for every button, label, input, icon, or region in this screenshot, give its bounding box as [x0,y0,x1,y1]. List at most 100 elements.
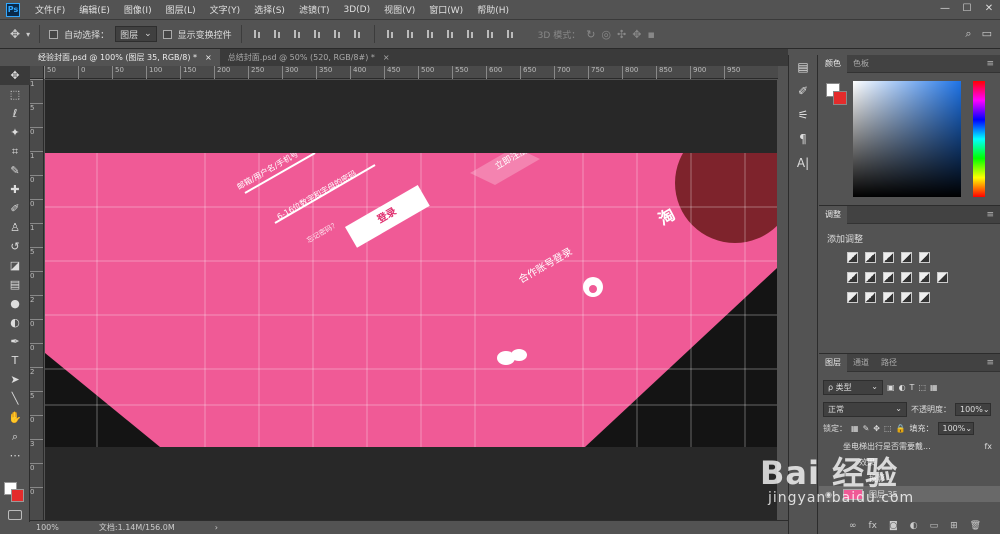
color-lookup-icon[interactable] [937,272,948,283]
new-layer-icon[interactable]: ⊞ [950,521,958,531]
gradient-map-icon[interactable] [901,292,912,303]
tab-swatches[interactable]: 色板 [847,55,875,73]
tool-preset-dropdown-icon[interactable]: ▾ [26,30,30,39]
workspace-icon[interactable]: ▭ [982,27,992,41]
threshold-icon[interactable] [883,292,894,303]
properties-icon[interactable]: ⚟ [789,103,817,127]
3d-pan-icon[interactable]: ✣ [617,28,626,41]
eyedropper-tool-icon[interactable]: ✎ [0,161,30,180]
vibrance-icon[interactable] [919,252,930,263]
filter-adjust-icon[interactable]: ◐ [899,383,906,392]
3d-slide-icon[interactable]: ✥ [632,28,641,41]
marquee-tool-icon[interactable]: ⬚ [0,85,30,104]
brush-settings-icon[interactable]: ✐ [789,79,817,103]
search-icon[interactable]: ⌕ [965,27,971,41]
levels-icon[interactable] [865,252,876,263]
filter-shape-icon[interactable]: ⬚ [918,383,926,392]
distribute-hcenter-icon[interactable] [464,28,478,40]
photo-filter-icon[interactable] [901,272,912,283]
lock-position-icon[interactable]: ✥ [873,424,880,433]
opacity-input[interactable]: 100% ⌄ [955,403,991,416]
menu-edit[interactable]: 编辑(E) [72,3,117,16]
align-right-icon[interactable] [351,28,365,40]
hand-tool-icon[interactable]: ✋ [0,408,30,427]
fill-input[interactable]: 100% ⌄ [937,422,974,435]
3d-scale-icon[interactable]: ▪ [647,28,654,41]
character-icon[interactable]: A| [789,151,817,175]
maximize-button[interactable]: ☐ [956,0,978,19]
line-tool-icon[interactable]: ╲ [0,389,30,408]
panel-menu-icon[interactable]: ≡ [986,358,994,368]
posterize-icon[interactable] [865,292,876,303]
menu-select[interactable]: 选择(S) [247,3,292,16]
path-selection-tool-icon[interactable]: ➤ [0,370,30,389]
align-hcenter-icon[interactable] [331,28,345,40]
filter-type-icon[interactable]: T [910,383,915,392]
hue-slider[interactable] [973,81,985,197]
tab-paths[interactable]: 路径 [875,354,903,372]
distribute-top-icon[interactable] [384,28,398,40]
color-picker-field[interactable] [853,81,961,197]
tab-color[interactable]: 颜色 [819,54,847,73]
type-tool-icon[interactable]: T [0,351,30,370]
minimize-button[interactable]: — [934,0,956,19]
move-tool-icon[interactable]: ✥ [10,27,20,41]
curves-icon[interactable] [883,252,894,263]
menu-filter[interactable]: 滤镜(T) [292,3,337,16]
menu-type[interactable]: 文字(Y) [203,3,248,16]
magic-wand-tool-icon[interactable]: ✦ [0,123,30,142]
gradient-tool-icon[interactable]: ▤ [0,275,30,294]
blur-tool-icon[interactable]: ● [0,294,30,313]
auto-select-checkbox[interactable] [49,29,59,39]
tab-document-2[interactable]: 总结封面.psd @ 50% (520, RGB/8#) * × [220,49,398,66]
filter-smart-icon[interactable]: ▦ [930,383,938,392]
distribute-vcenter-icon[interactable] [404,28,418,40]
3d-rotate-icon[interactable]: ↻ [586,28,595,41]
background-color-swatch[interactable] [833,91,847,105]
distribute-left-icon[interactable] [444,28,458,40]
align-vcenter-icon[interactable] [271,28,285,40]
more-tools-icon[interactable]: ⋯ [0,446,30,465]
zoom-level[interactable]: 100% [36,523,59,532]
paragraph-icon[interactable]: ¶ [789,127,817,151]
history-brush-tool-icon[interactable]: ↺ [0,237,30,256]
fx-icon[interactable]: fx [869,521,878,531]
black-white-icon[interactable] [883,272,894,283]
menu-layer[interactable]: 图层(L) [159,3,203,16]
selective-color-icon[interactable] [919,292,930,303]
menu-file[interactable]: 文件(F) [28,3,72,16]
clone-stamp-tool-icon[interactable]: ♙ [0,218,30,237]
brightness-icon[interactable] [847,252,858,263]
tab-adjustments[interactable]: 调整 [819,205,847,224]
align-top-icon[interactable] [251,28,265,40]
fx-icon[interactable]: fx [984,442,992,451]
tab-document-1[interactable]: 经验封面.psd @ 100% (图层 35, RGB/8) * × [30,49,220,66]
exposure-icon[interactable] [901,252,912,263]
zoom-tool-icon[interactable]: ⌕ [0,427,30,446]
chevron-right-icon[interactable]: › [215,523,218,532]
move-tool-icon[interactable]: ✥ [0,66,30,85]
close-icon[interactable]: × [205,49,212,66]
tab-layers[interactable]: 图层 [819,353,847,372]
hue-saturation-icon[interactable] [847,272,858,283]
adjustment-layer-icon[interactable]: ◐ [910,521,918,531]
trash-icon[interactable]: 🗑 [970,521,981,531]
menu-image[interactable]: 图像(I) [117,3,159,16]
menu-3d[interactable]: 3D(D) [336,5,377,15]
panel-menu-icon[interactable]: ≡ [986,210,994,220]
brush-tool-icon[interactable]: ✐ [0,199,30,218]
menu-window[interactable]: 窗口(W) [422,3,470,16]
canvas-area[interactable]: 邮箱/用户名/手机号 6-16位数字和字母的密码 忘记密码？ 登录 立即注册 合… [45,80,777,520]
mask-icon[interactable]: ◙ [889,521,898,531]
crop-tool-icon[interactable]: ⌗ [0,142,30,161]
close-icon[interactable]: × [383,49,390,66]
blend-mode-dropdown[interactable]: 正常 ⌄ [823,402,907,417]
quick-mask-icon[interactable] [8,510,22,520]
lock-artboard-icon[interactable]: ⬚ [884,424,892,433]
artboard[interactable]: 邮箱/用户名/手机号 6-16位数字和字母的密码 忘记密码？ 登录 立即注册 合… [45,153,777,447]
distribute-bottom-icon[interactable] [424,28,438,40]
horizontal-ruler[interactable]: 50 0 50 100 150 200 250 300 350 400 450 500 550 600 65… [44,66,778,79]
3d-roll-icon[interactable]: ◎ [601,28,611,41]
link-icon[interactable]: ∞ [849,521,857,531]
lock-transparent-icon[interactable]: ▦ [851,424,859,433]
